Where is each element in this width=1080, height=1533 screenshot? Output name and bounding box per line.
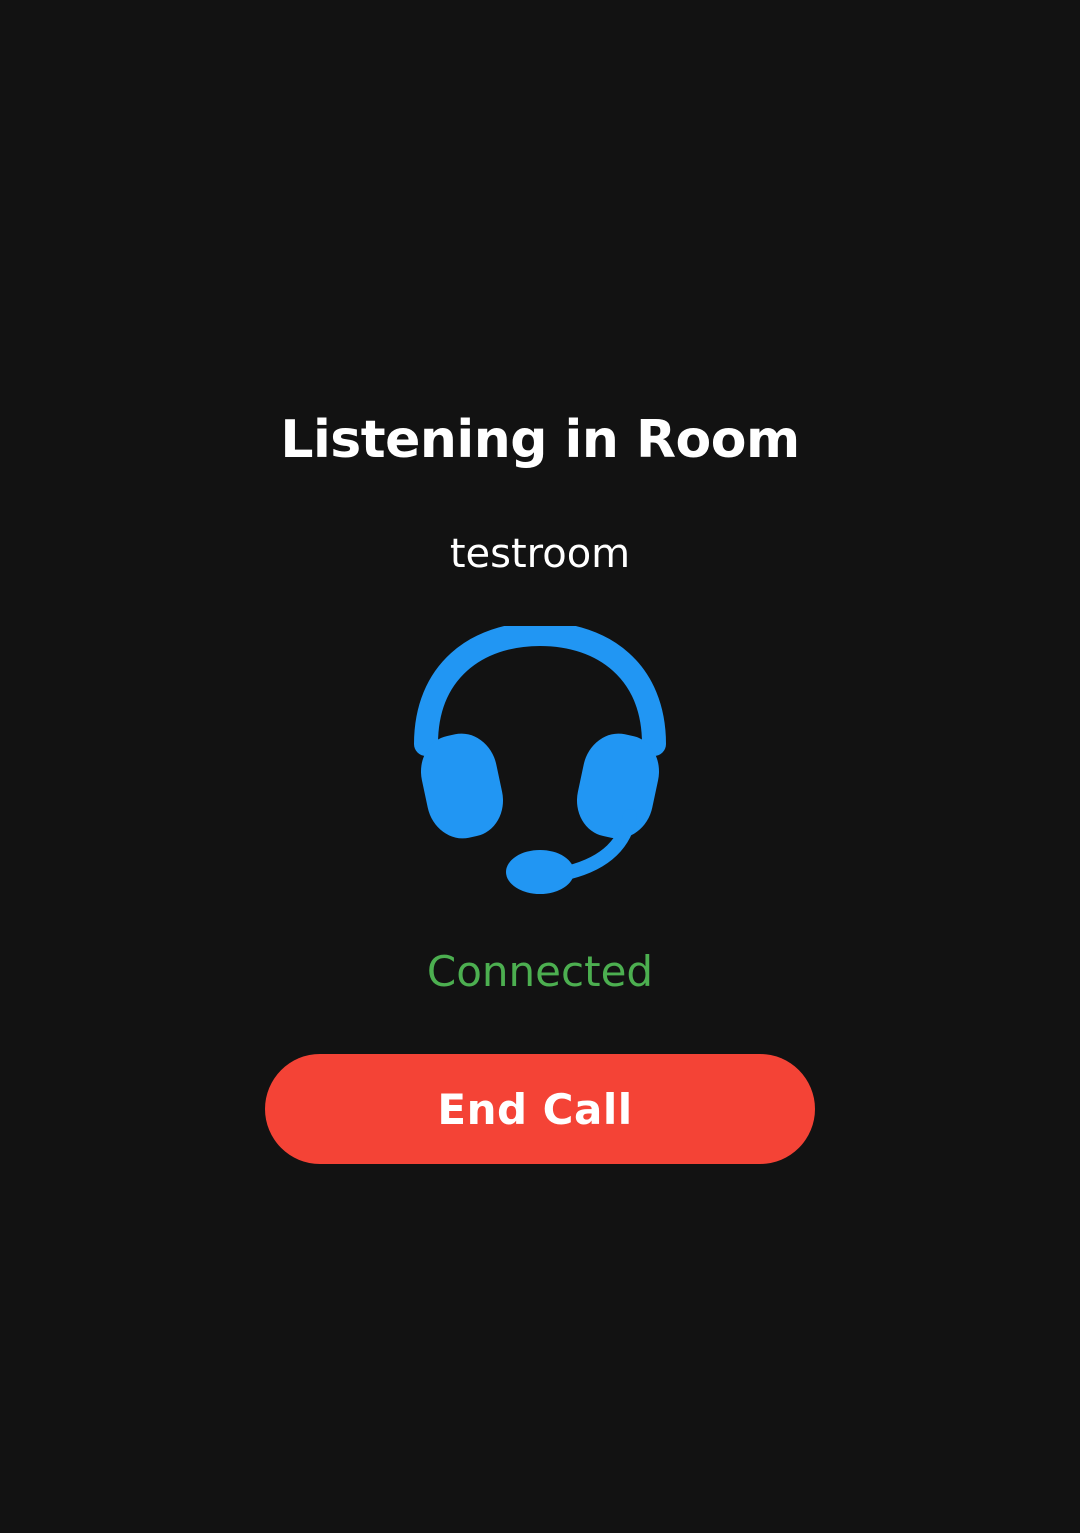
room-name: testroom [449,531,631,577]
listening-screen: Listening in Room testroom Connected End… [0,0,1080,1533]
end-call-button[interactable]: End Call [265,1054,815,1164]
page-title: Listening in Room [280,410,800,470]
end-call-label: End Call [437,1084,633,1134]
connection-status: Connected [426,947,654,996]
headset-icon [412,626,668,896]
